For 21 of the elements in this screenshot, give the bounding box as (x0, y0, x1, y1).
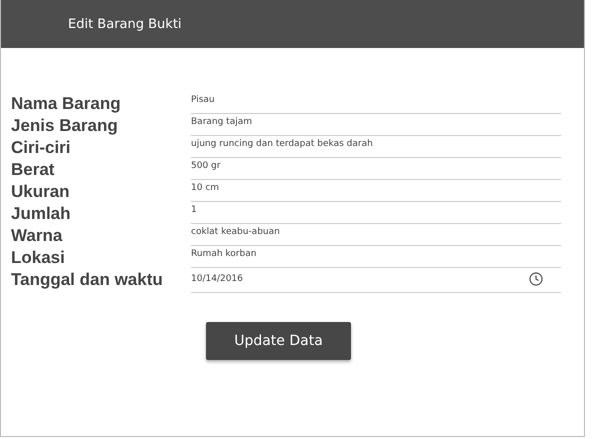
field-label: Ukuran (11, 182, 71, 202)
field-label: Jenis Barang (11, 116, 119, 136)
input-field[interactable]: Rumah korban (191, 246, 561, 268)
clock-icon[interactable] (529, 272, 543, 286)
update-button[interactable]: Update Data (206, 322, 351, 360)
input-field[interactable]: 1 (191, 202, 561, 224)
field-label: Nama Barang (11, 94, 122, 114)
field-label: Jumlah (11, 204, 72, 224)
input-field[interactable]: 500 gr (191, 158, 561, 180)
field-label: Warna (11, 226, 64, 246)
field-label: Ciri-ciri (11, 138, 72, 158)
date-field[interactable]: 10/14/2016 (191, 271, 561, 293)
input-field[interactable]: coklat keabu-abuan (191, 224, 561, 246)
input-field[interactable]: Barang tajam (191, 114, 561, 136)
input-field[interactable]: ujung runcing dan terdapat bekas darah (191, 136, 561, 158)
field-label: Lokasi (11, 248, 66, 268)
input-field[interactable]: Pisau (191, 92, 561, 114)
field-label: Berat (11, 160, 56, 180)
input-field[interactable]: 10 cm (191, 180, 561, 202)
field-label: Tanggal dan waktu (11, 270, 164, 290)
window-title: Edit Barang Bukti (68, 16, 182, 32)
